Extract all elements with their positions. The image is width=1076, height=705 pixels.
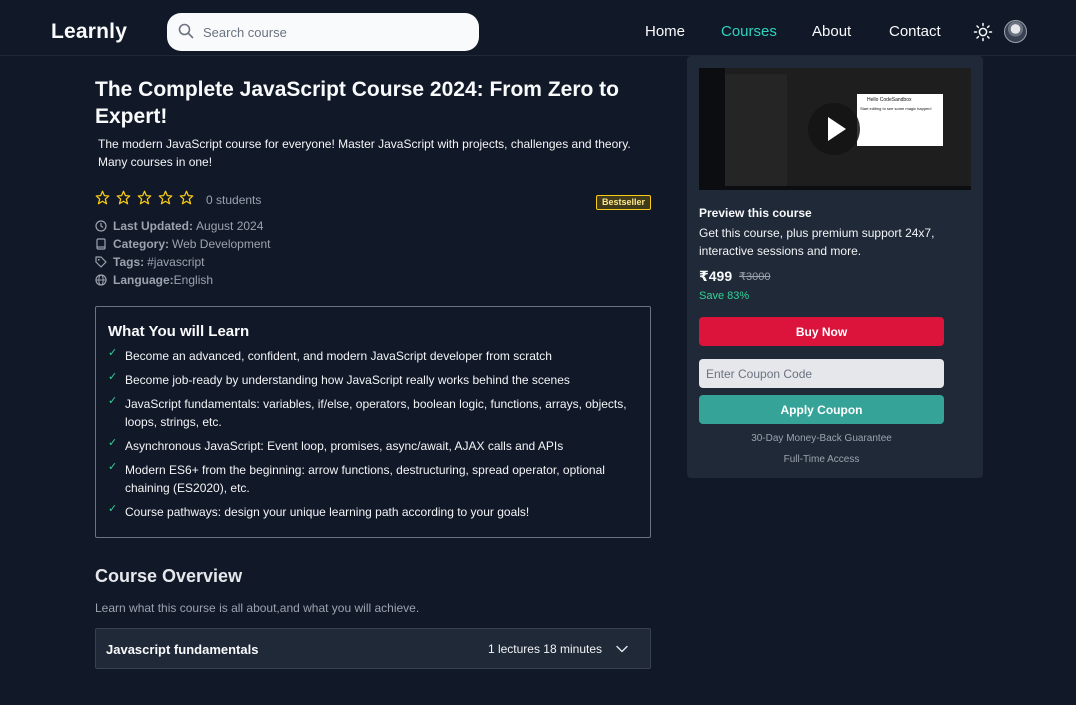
purchase-card: Hello CodeSandbox Start editing to see s… <box>687 56 983 478</box>
learn-box: What You will Learn ✓ Become an advanced,… <box>95 306 651 538</box>
bestseller-badge: Bestseller <box>596 195 651 210</box>
overview-title: Course Overview <box>95 566 243 586</box>
preview-video[interactable]: Hello CodeSandbox Start editing to see s… <box>699 68 971 190</box>
learn-item: ✓ Asynchronous JavaScript: Event loop, pr… <box>108 437 638 455</box>
search-icon <box>178 23 194 39</box>
nav-about[interactable]: About <box>812 23 851 40</box>
clock-icon <box>95 220 107 232</box>
last-updated-label: Last Updated: <box>113 219 194 233</box>
learn-item-text: Become an advanced, confident, and moder… <box>125 349 552 363</box>
category-value: Web Development <box>172 237 271 251</box>
learn-item: ✓ Course pathways: design your unique lea… <box>108 503 638 521</box>
coupon-input[interactable] <box>699 359 944 388</box>
learn-item-text: Course pathways: design your unique lear… <box>125 505 530 519</box>
check-icon: ✓ <box>108 347 118 359</box>
star-icon <box>116 190 131 205</box>
check-icon: ✓ <box>108 461 118 473</box>
learn-item: ✓ Modern ES6+ from the beginning: arrow f… <box>108 461 638 497</box>
language-row: Language: English <box>95 273 213 287</box>
check-icon: ✓ <box>108 437 118 449</box>
nav-home[interactable]: Home <box>645 23 685 40</box>
current-price: ₹499 <box>699 268 733 284</box>
video-thumbnail-preview: Hello CodeSandbox Start editing to see s… <box>857 94 943 146</box>
play-icon[interactable] <box>808 103 860 155</box>
category-label: Category: <box>113 237 170 251</box>
tags-label: Tags: <box>113 255 145 269</box>
section-meta: 1 lectures 18 minutes <box>487 642 602 656</box>
language-label: Language: <box>113 273 174 287</box>
learn-item-text: Become job-ready by understanding how Ja… <box>125 373 570 387</box>
rating-stars <box>95 190 194 205</box>
video-heading-text: Hello CodeSandbox <box>867 97 912 103</box>
star-icon <box>95 190 110 205</box>
nav-courses[interactable]: Courses <box>721 23 777 40</box>
star-icon <box>158 190 173 205</box>
check-icon: ✓ <box>108 503 118 515</box>
globe-icon <box>95 274 107 286</box>
learn-item: ✓ Become job-ready by understanding how J… <box>108 371 638 389</box>
discount-text: Save 83% <box>699 290 750 302</box>
learn-item-text: Modern ES6+ from the beginning: arrow fu… <box>125 463 605 495</box>
video-thumbnail-sidebar <box>725 74 787 186</box>
tags-value: #javascript <box>147 255 205 269</box>
access-text: Full-Time Access <box>783 454 860 465</box>
logo[interactable]: Learnly <box>51 20 127 44</box>
last-updated-row: Last Updated: August 2024 <box>95 219 263 233</box>
buy-now-button[interactable]: Buy Now <box>699 317 944 346</box>
nav-contact[interactable]: Contact <box>889 23 941 40</box>
tag-icon <box>95 256 107 268</box>
check-icon: ✓ <box>108 371 118 383</box>
search-bar[interactable] <box>167 13 479 51</box>
learn-item: ✓ JavaScript fundamentals: variables, if/… <box>108 395 638 431</box>
tags-row: Tags: #javascript <box>95 255 204 269</box>
language-value: English <box>173 273 214 287</box>
section-accordion[interactable]: Javascript fundamentals 1 lectures 18 mi… <box>95 628 651 669</box>
category-row: Category: Web Development <box>95 237 271 251</box>
video-body-text: Start editing to see some magic happen! <box>860 106 932 111</box>
learn-title: What You will Learn <box>108 323 250 340</box>
student-count: 0 students <box>206 193 262 207</box>
star-icon <box>179 190 194 205</box>
guarantee-text: 30-Day Money-Back Guarantee <box>751 433 892 444</box>
course-subtitle: The modern JavaScript course for everyon… <box>98 137 631 169</box>
last-updated-value: August 2024 <box>196 219 264 233</box>
preview-description: Get this course, plus premium support 24… <box>699 226 935 258</box>
course-title: The Complete JavaScript Course 2024: Fro… <box>95 78 619 128</box>
original-price: ₹3000 <box>739 271 771 283</box>
overview-subtitle: Learn what this course is all about,and … <box>95 601 420 615</box>
learn-item-text: Asynchronous JavaScript: Event loop, pro… <box>125 439 564 453</box>
section-title: Javascript fundamentals <box>106 642 259 657</box>
search-input[interactable] <box>203 22 463 42</box>
learn-item: ✓ Become an advanced, confident, and mode… <box>108 347 638 365</box>
sun-icon[interactable] <box>973 22 993 42</box>
chevron-down-icon[interactable] <box>616 643 628 655</box>
learn-item-text: JavaScript fundamentals: variables, if/e… <box>125 397 627 429</box>
preview-title: Preview this course <box>699 206 812 220</box>
check-icon: ✓ <box>108 395 118 407</box>
top-navbar: Learnly Home Courses About Contact <box>0 0 1076 56</box>
book-icon <box>96 238 106 250</box>
star-icon <box>137 190 152 205</box>
user-avatar[interactable] <box>1004 20 1027 43</box>
apply-coupon-button[interactable]: Apply Coupon <box>699 395 944 424</box>
